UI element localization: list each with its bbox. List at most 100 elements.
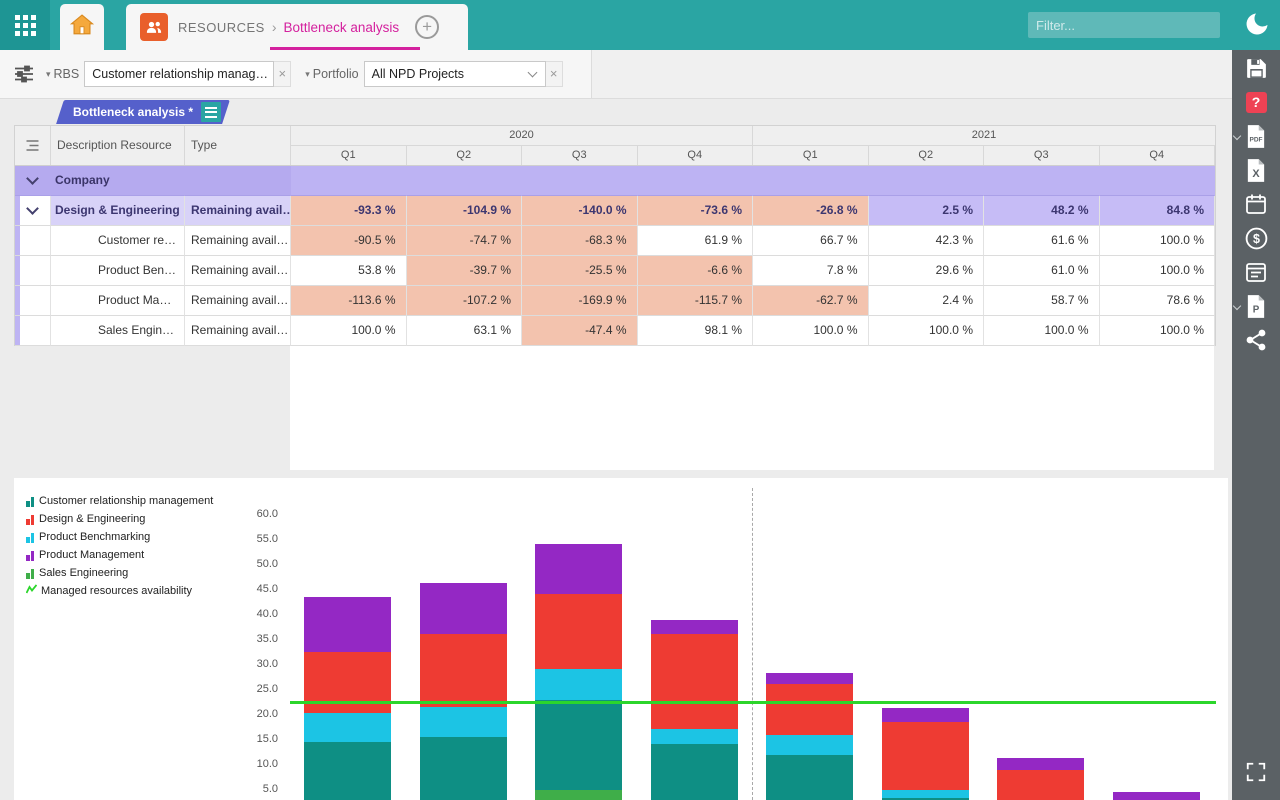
expand-row-button[interactable] bbox=[15, 196, 51, 226]
value-cell[interactable]: -140.0 % bbox=[522, 196, 638, 226]
view-tab-bottleneck-analysis[interactable]: Bottleneck analysis * bbox=[56, 100, 230, 124]
value-cell[interactable]: -39.7 % bbox=[407, 256, 523, 286]
resource-type-cell: Remaining avail… bbox=[185, 256, 291, 286]
ppt-export-button[interactable]: P bbox=[1243, 293, 1269, 319]
pdf-export-button[interactable]: PDF bbox=[1243, 123, 1269, 149]
table-row[interactable]: Product Ma…Remaining avail…-113.6 %-107.… bbox=[15, 286, 1215, 316]
value-cell[interactable]: 78.6 % bbox=[1100, 286, 1216, 316]
group-value-cell bbox=[638, 166, 754, 196]
legend-item[interactable]: Managed resources availability bbox=[26, 582, 213, 600]
view-tab-menu-button[interactable] bbox=[201, 102, 221, 122]
table-row[interactable]: Product Ben…Remaining avail…53.8 %-39.7 … bbox=[15, 256, 1215, 286]
bar-segment bbox=[304, 597, 391, 652]
value-cell[interactable]: -74.7 % bbox=[407, 226, 523, 256]
help-button[interactable] bbox=[1243, 89, 1269, 115]
resource-name-cell[interactable]: Design & Engineering bbox=[51, 196, 185, 226]
chevron-down-icon[interactable] bbox=[1233, 132, 1241, 140]
value-cell[interactable]: 100.0 % bbox=[1100, 226, 1216, 256]
value-cell[interactable]: 100.0 % bbox=[291, 316, 407, 346]
fullscreen-button[interactable] bbox=[1245, 761, 1267, 788]
value-cell[interactable]: 98.1 % bbox=[638, 316, 754, 346]
value-cell[interactable]: 61.0 % bbox=[984, 256, 1100, 286]
legend-item[interactable]: Customer relationship management bbox=[26, 492, 213, 510]
legend-item[interactable]: Product Management bbox=[26, 546, 213, 564]
value-cell[interactable]: 100.0 % bbox=[1100, 256, 1216, 286]
group-value-cell bbox=[753, 166, 869, 196]
tab-resources-bottleneck-analysis[interactable]: RESOURCES › Bottleneck analysis bbox=[126, 4, 468, 50]
cost-button[interactable]: $ bbox=[1243, 225, 1269, 251]
bar-segment bbox=[420, 583, 507, 634]
app-menu-button[interactable] bbox=[0, 0, 50, 50]
value-cell[interactable]: 7.8 % bbox=[753, 256, 869, 286]
value-cell[interactable]: -47.4 % bbox=[522, 316, 638, 346]
value-cell[interactable]: -107.2 % bbox=[407, 286, 523, 316]
value-cell[interactable]: -115.7 % bbox=[638, 286, 754, 316]
legend-line-icon bbox=[26, 582, 37, 600]
resource-name-cell[interactable]: Sales Engin… bbox=[51, 316, 185, 346]
value-cell[interactable]: 58.7 % bbox=[984, 286, 1100, 316]
year-separator-line bbox=[752, 488, 753, 800]
value-cell[interactable]: 2.4 % bbox=[869, 286, 985, 316]
column-header-type: Type bbox=[185, 126, 291, 165]
legend-label: Managed resources availability bbox=[41, 585, 192, 597]
table-row[interactable]: Sales Engin…Remaining avail…100.0 %63.1 … bbox=[15, 316, 1215, 346]
table-group-row-company[interactable]: Company bbox=[15, 166, 1215, 196]
value-cell[interactable]: -73.6 % bbox=[638, 196, 754, 226]
rbs-clear-button[interactable] bbox=[274, 61, 291, 87]
resource-name-cell[interactable]: Product Ma… bbox=[51, 286, 185, 316]
value-cell[interactable]: -104.9 % bbox=[407, 196, 523, 226]
home-tab[interactable] bbox=[60, 4, 104, 50]
bar-segment bbox=[304, 742, 391, 800]
value-cell[interactable]: 100.0 % bbox=[1100, 316, 1216, 346]
value-cell[interactable]: 100.0 % bbox=[753, 316, 869, 346]
value-cell[interactable]: -90.5 % bbox=[291, 226, 407, 256]
legend-bars-icon bbox=[26, 496, 35, 507]
value-cell[interactable]: 66.7 % bbox=[753, 226, 869, 256]
value-cell[interactable]: -68.3 % bbox=[522, 226, 638, 256]
value-cell[interactable]: -62.7 % bbox=[753, 286, 869, 316]
share-button[interactable] bbox=[1243, 327, 1269, 353]
legend-item[interactable]: Design & Engineering bbox=[26, 510, 213, 528]
table-row[interactable]: Customer re…Remaining avail…-90.5 %-74.7… bbox=[15, 226, 1215, 256]
rbs-value-box[interactable]: Customer relationship manag… bbox=[84, 61, 274, 87]
value-cell[interactable]: 63.1 % bbox=[407, 316, 523, 346]
legend-item[interactable]: Product Benchmarking bbox=[26, 528, 213, 546]
portfolio-dropdown-caret[interactable] bbox=[305, 69, 310, 80]
value-cell[interactable]: 53.8 % bbox=[291, 256, 407, 286]
value-cell[interactable]: -93.3 % bbox=[291, 196, 407, 226]
value-cell[interactable]: -26.8 % bbox=[753, 196, 869, 226]
value-cell[interactable]: 48.2 % bbox=[984, 196, 1100, 226]
excel-export-button[interactable]: X bbox=[1243, 157, 1269, 183]
value-cell[interactable]: -113.6 % bbox=[291, 286, 407, 316]
add-tab-button[interactable] bbox=[415, 15, 439, 39]
value-cell[interactable]: 42.3 % bbox=[869, 226, 985, 256]
value-cell[interactable]: 61.9 % bbox=[638, 226, 754, 256]
portfolio-clear-button[interactable] bbox=[546, 61, 563, 87]
moon-icon[interactable] bbox=[1243, 10, 1271, 38]
global-filter-input[interactable] bbox=[1028, 12, 1220, 38]
value-cell[interactable]: 84.8 % bbox=[1100, 196, 1216, 226]
grid-settings-icon[interactable] bbox=[15, 126, 51, 165]
value-cell[interactable]: -169.9 % bbox=[522, 286, 638, 316]
portfolio-select[interactable]: All NPD Projects bbox=[364, 61, 546, 87]
resource-name-cell[interactable]: Customer re… bbox=[51, 226, 185, 256]
value-cell[interactable]: 2.5 % bbox=[869, 196, 985, 226]
chevron-down-icon[interactable] bbox=[1233, 302, 1241, 310]
value-cell[interactable]: -6.6 % bbox=[638, 256, 754, 286]
legend-label: Product Management bbox=[39, 549, 144, 561]
save-button[interactable] bbox=[1243, 55, 1269, 81]
legend-item[interactable]: Sales Engineering bbox=[26, 564, 213, 582]
table-row[interactable]: Design & EngineeringRemaining avail…-93.… bbox=[15, 196, 1215, 226]
resource-name-cell[interactable]: Product Ben… bbox=[51, 256, 185, 286]
value-cell[interactable]: -25.5 % bbox=[522, 256, 638, 286]
filter-settings-icon[interactable] bbox=[12, 62, 36, 86]
value-cell[interactable]: 61.6 % bbox=[984, 226, 1100, 256]
value-cell[interactable]: 100.0 % bbox=[984, 316, 1100, 346]
rbs-dropdown-caret[interactable] bbox=[46, 69, 51, 80]
expand-company-button[interactable] bbox=[15, 166, 51, 196]
save-icon bbox=[1244, 56, 1269, 81]
value-cell[interactable]: 100.0 % bbox=[869, 316, 985, 346]
value-cell[interactable]: 29.6 % bbox=[869, 256, 985, 286]
schedule-button[interactable] bbox=[1243, 259, 1269, 285]
calendar-button[interactable] bbox=[1243, 191, 1269, 217]
